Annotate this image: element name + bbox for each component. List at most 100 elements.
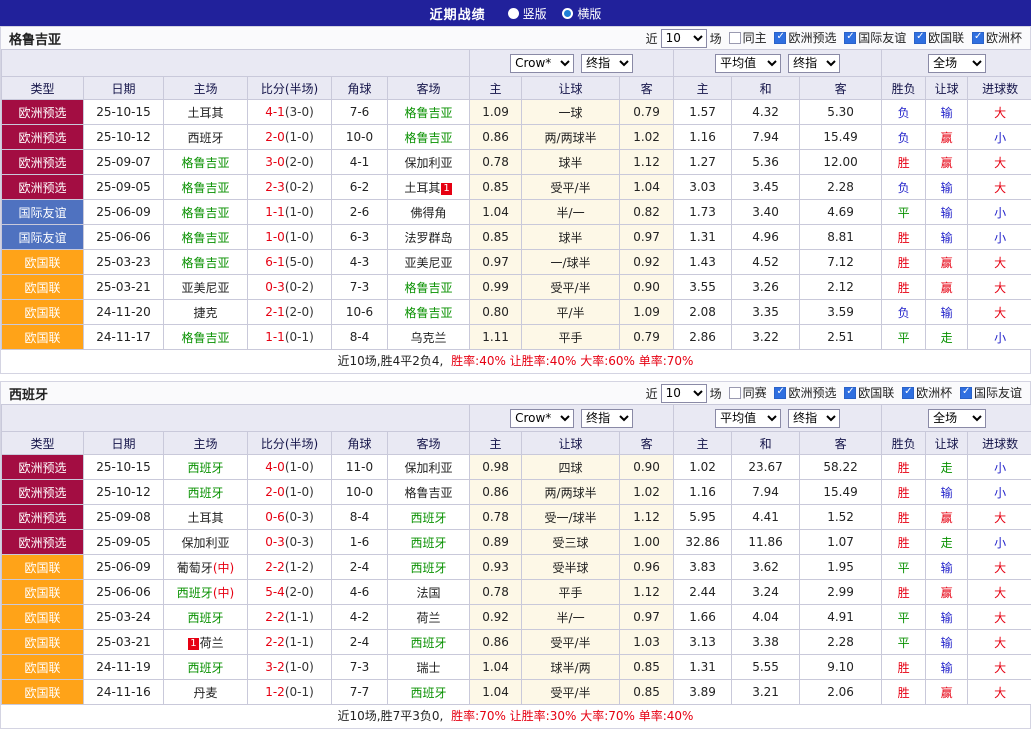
checkbox-icon[interactable] <box>844 387 856 399</box>
score-cell: 2-2(1-2) <box>248 555 332 580</box>
radio-label[interactable]: 竖版 <box>523 5 547 22</box>
asian-odds-dropdowns: Crow* 终指 <box>470 405 674 432</box>
layout-radio-group: 竖版 横版 <box>496 5 602 22</box>
result-handicap: 赢 <box>926 275 968 300</box>
euro-draw-odds: 4.32 <box>732 100 800 125</box>
away-team-cell: 佛得角 <box>388 200 470 225</box>
col-type: 类型 <box>2 432 84 455</box>
checkbox-icon[interactable] <box>729 32 741 44</box>
games-label: 场 <box>710 30 722 47</box>
checkbox-icon[interactable] <box>774 387 786 399</box>
radio-icon[interactable] <box>508 8 519 19</box>
ah-line: 受一/球半 <box>522 505 620 530</box>
average-select[interactable]: 平均值 <box>715 409 781 428</box>
checkbox-label[interactable]: 欧洲杯 <box>916 384 952 401</box>
result-goals: 大 <box>968 555 1031 580</box>
checkbox-label[interactable]: 欧国联 <box>928 29 964 46</box>
recent-count-select[interactable]: 10 <box>661 29 707 48</box>
half-time-score: (2-0) <box>285 155 314 169</box>
ah-home-odds: 1.04 <box>470 200 522 225</box>
match-type: 欧国联 <box>2 250 84 275</box>
away-team-cell: 格鲁吉亚 <box>388 125 470 150</box>
corners-cell: 7-6 <box>332 100 388 125</box>
checkbox-label[interactable]: 欧洲预选 <box>788 384 836 401</box>
corners-cell: 7-7 <box>332 680 388 705</box>
result-wdl: 胜 <box>882 250 926 275</box>
checkbox-icon[interactable] <box>844 32 856 44</box>
ah-line: 球半 <box>522 150 620 175</box>
scope-select[interactable]: 全场 <box>928 409 986 428</box>
full-time-score: 0-6 <box>265 510 285 524</box>
match-type: 欧洲预选 <box>2 175 84 200</box>
euro-final-select[interactable]: 终指 <box>788 54 840 73</box>
result-handicap: 赢 <box>926 680 968 705</box>
home-team: 捷克 <box>193 306 217 320</box>
checkbox-icon[interactable] <box>902 387 914 399</box>
full-time-score: 1-1 <box>265 330 285 344</box>
ah-away-odds: 0.90 <box>620 455 674 480</box>
checkbox-icon[interactable] <box>914 32 926 44</box>
away-team-cell: 法国 <box>388 580 470 605</box>
checkbox-icon[interactable] <box>729 387 741 399</box>
away-team: 西班牙 <box>411 536 447 550</box>
average-select[interactable]: 平均值 <box>715 54 781 73</box>
bookmaker-select[interactable]: Crow* <box>510 409 574 428</box>
filter-checkbox[interactable]: 同赛 <box>729 384 767 401</box>
col-score: 比分(半场) <box>248 432 332 455</box>
ah-away-odds: 1.12 <box>620 150 674 175</box>
radio-icon[interactable] <box>562 8 573 19</box>
bookmaker-select[interactable]: Crow* <box>510 54 574 73</box>
away-team-cell: 西班牙 <box>388 555 470 580</box>
result-handicap: 走 <box>926 325 968 350</box>
euro-draw-odds: 7.94 <box>732 480 800 505</box>
euro-draw-odds: 7.94 <box>732 125 800 150</box>
match-type: 欧洲预选 <box>2 530 84 555</box>
match-type: 国际友谊 <box>2 200 84 225</box>
filter-checkbox[interactable]: 欧国联 <box>844 384 894 401</box>
checkbox-icon[interactable] <box>972 32 984 44</box>
checkbox-label[interactable]: 国际友谊 <box>974 384 1022 401</box>
checkbox-label[interactable]: 欧国联 <box>858 384 894 401</box>
match-type: 欧国联 <box>2 580 84 605</box>
scope-dropdown: 全场 <box>882 405 1031 432</box>
score-cell: 5-4(2-0) <box>248 580 332 605</box>
final-odds-select[interactable]: 终指 <box>581 409 633 428</box>
checkbox-icon[interactable] <box>774 32 786 44</box>
checkbox-label[interactable]: 国际友谊 <box>858 29 906 46</box>
ah-home-odds: 0.80 <box>470 300 522 325</box>
filter-checkbox[interactable]: 同主 <box>729 29 767 46</box>
checkbox-label[interactable]: 同赛 <box>743 384 767 401</box>
half-time-score: (1-0) <box>285 660 314 674</box>
match-date: 25-10-12 <box>84 125 164 150</box>
final-odds-select[interactable]: 终指 <box>581 54 633 73</box>
checkbox-label[interactable]: 同主 <box>743 29 767 46</box>
match-date: 24-11-16 <box>84 680 164 705</box>
away-team: 乌克兰 <box>411 331 447 345</box>
euro-final-select[interactable]: 终指 <box>788 409 840 428</box>
result-goals: 小 <box>968 530 1031 555</box>
result-wdl: 胜 <box>882 150 926 175</box>
filter-checkbox[interactable]: 国际友谊 <box>960 384 1022 401</box>
layout-radio[interactable]: 竖版 <box>508 5 547 22</box>
results-table: Crow* 终指 平均值 终指 全场 类型 <box>1 404 1031 705</box>
checkbox-icon[interactable] <box>960 387 972 399</box>
filter-checkbox[interactable]: 国际友谊 <box>844 29 906 46</box>
filter-checkbox[interactable]: 欧洲预选 <box>774 29 836 46</box>
layout-radio[interactable]: 横版 <box>562 5 601 22</box>
checkbox-label[interactable]: 欧洲杯 <box>986 29 1022 46</box>
summary-rates: 胜率:70% 让胜率:30% 大率:70% 单率:40% <box>451 709 693 723</box>
page-title: 近期战绩 <box>430 4 486 23</box>
scope-select[interactable]: 全场 <box>928 54 986 73</box>
ah-line: 受平/半 <box>522 175 620 200</box>
filter-checkbox[interactable]: 欧洲杯 <box>972 29 1022 46</box>
filter-checkbox[interactable]: 欧洲预选 <box>774 384 836 401</box>
recent-count-select[interactable]: 10 <box>661 384 707 403</box>
euro-home-odds: 3.83 <box>674 555 732 580</box>
filter-checkbox[interactable]: 欧洲杯 <box>902 384 952 401</box>
filter-checkbox[interactable]: 欧国联 <box>914 29 964 46</box>
radio-label[interactable]: 横版 <box>577 5 601 22</box>
half-time-score: (1-2) <box>285 560 314 574</box>
home-team: 土耳其 <box>187 106 223 120</box>
table-row: 欧国联 25-03-24 西班牙 2-2(1-1) 4-2 荷兰 0.92 半/… <box>2 605 1031 630</box>
checkbox-label[interactable]: 欧洲预选 <box>788 29 836 46</box>
